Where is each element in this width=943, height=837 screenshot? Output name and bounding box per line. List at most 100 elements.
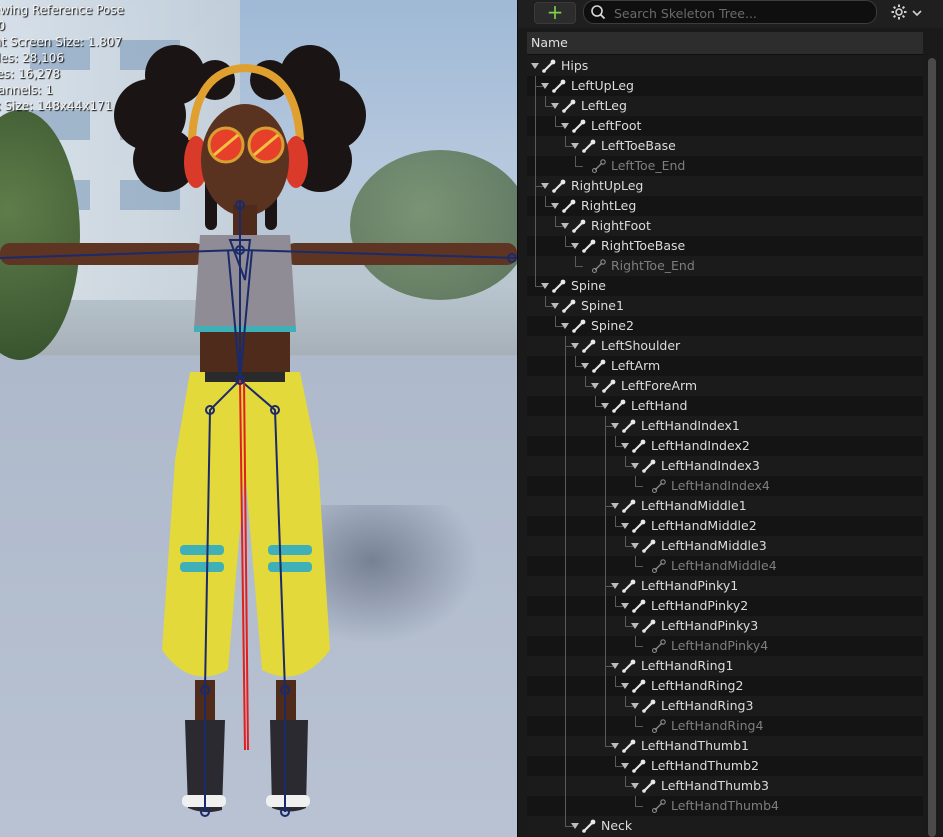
tree-row-lefthandring3[interactable]: LeftHandRing3 [527,696,923,716]
expand-arrow-icon[interactable] [541,283,549,289]
tree-guide-line [535,196,536,216]
tree-guide-line [535,256,536,276]
tree-row-rightupleg[interactable]: RightUpLeg [527,176,923,196]
expand-arrow-icon[interactable] [601,403,609,409]
bone-label: LeftShoulder [601,338,681,353]
expand-arrow-icon[interactable] [631,703,639,709]
tree-row-lefthandthumb4[interactable]: LeftHandThumb4 [527,796,923,816]
expand-arrow-icon[interactable] [561,123,569,129]
scrollbar-thumb[interactable] [928,58,936,837]
tree-row-lefthandring2[interactable]: LeftHandRing2 [527,676,923,696]
search-box[interactable] [583,0,877,25]
expand-arrow-icon[interactable] [621,683,629,689]
tree-row-lefthandpinky2[interactable]: LeftHandPinky2 [527,596,923,616]
expand-arrow-icon[interactable] [571,243,579,249]
bone-label: LeftHand [631,398,688,413]
expand-arrow-icon[interactable] [621,603,629,609]
tree-row-leftshoulder[interactable]: LeftShoulder [527,336,923,356]
expand-arrow-icon[interactable] [631,463,639,469]
tree-row-lefthandmiddle3[interactable]: LeftHandMiddle3 [527,536,923,556]
bone-label: LeftHandIndex3 [661,458,760,473]
expand-arrow-icon[interactable] [561,323,569,329]
tree-row-leftupleg[interactable]: LeftUpLeg [527,76,923,96]
tree-guide-line [535,96,536,116]
tree-row-lefthandring4[interactable]: LeftHandRing4 [527,716,923,736]
expand-arrow-icon[interactable] [541,83,549,89]
stat-line: rent Screen Size: 1.807 [0,35,123,49]
expand-arrow-icon[interactable] [621,443,629,449]
expand-arrow-icon[interactable] [561,223,569,229]
expand-arrow-icon[interactable] [631,543,639,549]
expand-arrow-icon[interactable] [541,183,549,189]
tree-row-lefthandpinky4[interactable]: LeftHandPinky4 [527,636,923,656]
tree-row-lefthandpinky3[interactable]: LeftHandPinky3 [527,616,923,636]
tree-row-neck[interactable]: Neck [527,816,923,836]
column-header-name[interactable]: Name [531,35,568,50]
tree-row-lefthandring1[interactable]: LeftHandRing1 [527,656,923,676]
expand-arrow-icon[interactable] [621,523,629,529]
expand-arrow-icon[interactable] [611,583,619,589]
tree-header[interactable]: Name [527,32,923,55]
expand-arrow-icon[interactable] [571,823,579,829]
tree-row-leftarm[interactable]: LeftArm [527,356,923,376]
bone-icon [592,359,606,373]
add-button[interactable]: + [534,2,576,24]
viewport[interactable]: viewing Reference Pose 0: 0 rent Screen … [0,0,517,837]
tree-row-leftfoot[interactable]: LeftFoot [527,116,923,136]
tree-guide-line [565,576,566,596]
expand-arrow-icon[interactable] [631,623,639,629]
tree-row-hips[interactable]: Hips [527,56,923,76]
tree-row-lefthandindex4[interactable]: LeftHandIndex4 [527,476,923,496]
tree-guide-line [535,216,536,236]
expand-arrow-icon[interactable] [611,503,619,509]
tree-row-righttoebase[interactable]: RightToeBase [527,236,923,256]
tree-guide-line [565,416,566,436]
expand-arrow-icon[interactable] [551,303,559,309]
toolbar: + [518,0,943,28]
expand-arrow-icon[interactable] [621,763,629,769]
tree-row-lefttoe_end[interactable]: LeftToe_End [527,156,923,176]
bone-outline-icon [591,259,606,274]
bone-label: LeftHandRing1 [641,658,734,673]
expand-arrow-icon[interactable] [531,63,539,69]
tree-row-spine[interactable]: Spine [527,276,923,296]
settings-button[interactable] [890,2,924,22]
tree-row-lefthandindex3[interactable]: LeftHandIndex3 [527,456,923,476]
tree-row-rightleg[interactable]: RightLeg [527,196,923,216]
tree-row-lefttoebase[interactable]: LeftToeBase [527,136,923,156]
expand-arrow-icon[interactable] [551,103,559,109]
tree-row-leftforearm[interactable]: LeftForeArm [527,376,923,396]
tree-row-lefthandpinky1[interactable]: LeftHandPinky1 [527,576,923,596]
tree-row-leftleg[interactable]: LeftLeg [527,96,923,116]
tree-guide-line [625,776,626,786]
tree-row-lefthandindex1[interactable]: LeftHandIndex1 [527,416,923,436]
tree-row-lefthand[interactable]: LeftHand [527,396,923,416]
expand-arrow-icon[interactable] [591,383,599,389]
tree-row-rightfoot[interactable]: RightFoot [527,216,923,236]
tree-guide-line [565,796,566,816]
tree-row-lefthandthumb2[interactable]: LeftHandThumb2 [527,756,923,776]
expand-arrow-icon[interactable] [551,203,559,209]
tree-row-lefthandthumb1[interactable]: LeftHandThumb1 [527,736,923,756]
tree-guide-line [565,716,566,736]
expand-arrow-icon[interactable] [631,783,639,789]
expand-arrow-icon[interactable] [611,743,619,749]
expand-arrow-icon[interactable] [611,423,619,429]
tree-row-righttoe_end[interactable]: RightToe_End [527,256,923,276]
expand-arrow-icon[interactable] [571,343,579,349]
tree-guide-line [565,396,566,416]
tree-guide-line [635,806,643,807]
tree-row-lefthandmiddle2[interactable]: LeftHandMiddle2 [527,516,923,536]
tree-row-lefthandindex2[interactable]: LeftHandIndex2 [527,436,923,456]
tree-row-spine1[interactable]: Spine1 [527,296,923,316]
tree-row-lefthandmiddle4[interactable]: LeftHandMiddle4 [527,556,923,576]
tree-row-lefthandmiddle1[interactable]: LeftHandMiddle1 [527,496,923,516]
expand-arrow-icon[interactable] [571,143,579,149]
tree-row-spine2[interactable]: Spine2 [527,316,923,336]
expand-arrow-icon[interactable] [581,363,589,369]
tree-guide-line [575,256,576,266]
search-input[interactable] [612,1,872,25]
scrollbar[interactable] [928,58,936,837]
expand-arrow-icon[interactable] [611,663,619,669]
tree-row-lefthandthumb3[interactable]: LeftHandThumb3 [527,776,923,796]
